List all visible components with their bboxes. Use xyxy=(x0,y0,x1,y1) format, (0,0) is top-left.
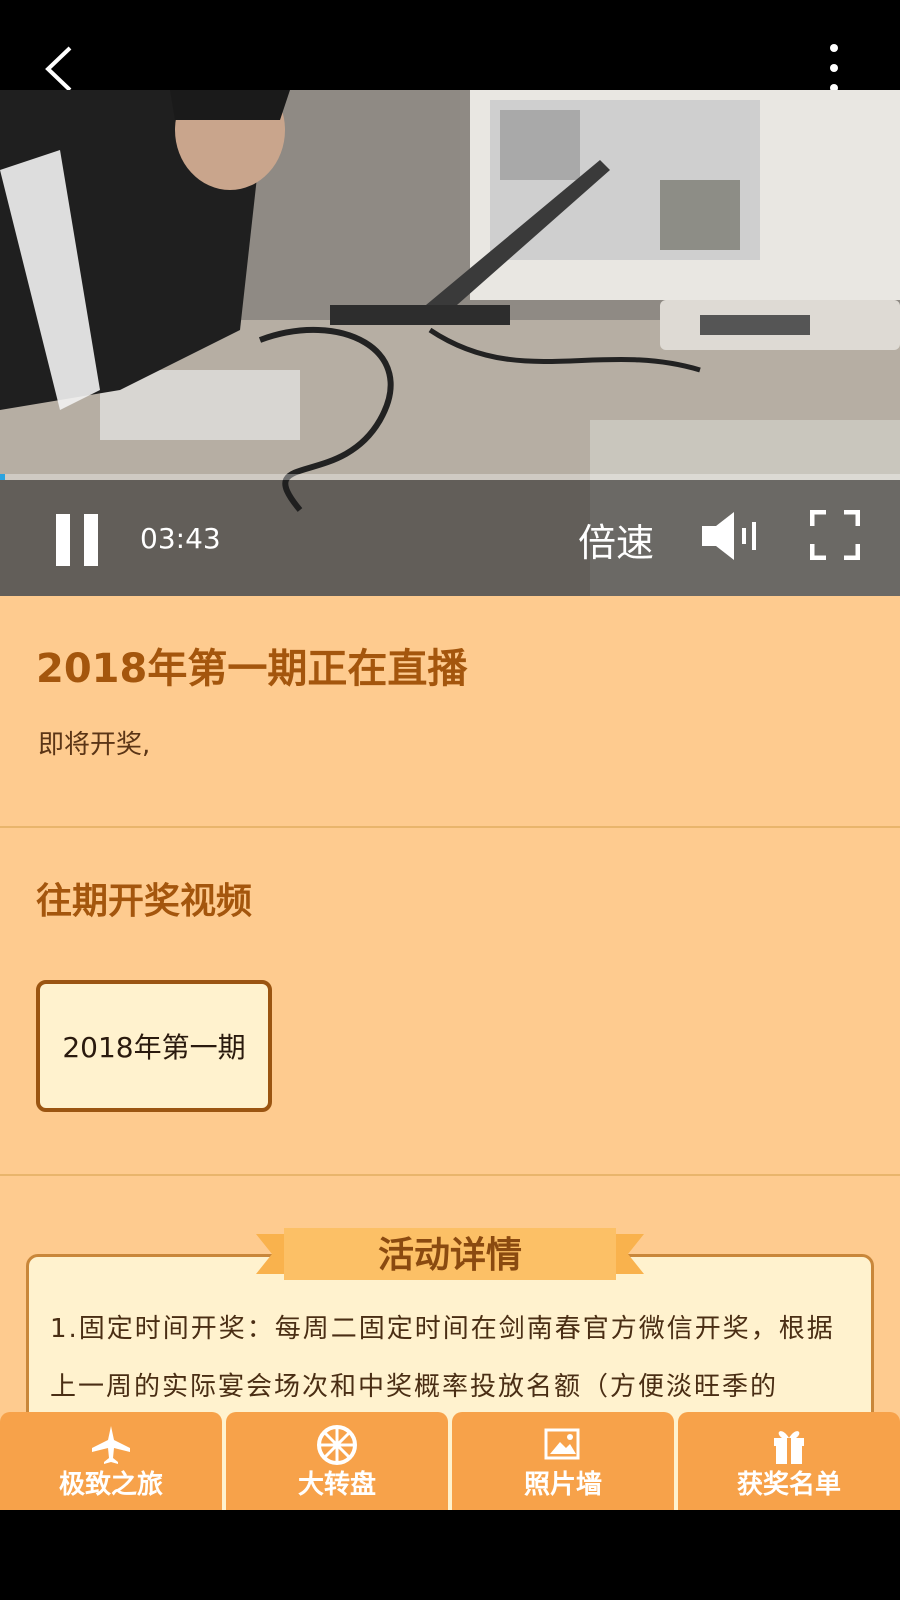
nav-label-journey: 极致之旅 xyxy=(58,1470,163,1500)
nav-label-winners: 获奖名单 xyxy=(736,1470,841,1500)
pause-icon[interactable] xyxy=(54,512,100,568)
activity-details-text: 1.固定时间开奖：每周二固定时间在剑南春官方微信开奖，根据上一周的实际宴会场次和… xyxy=(50,1314,835,1402)
back-arrow-icon[interactable] xyxy=(40,44,80,94)
system-bar xyxy=(0,1510,900,1600)
nav-label-photos: 照片墙 xyxy=(523,1470,602,1500)
wheel-icon xyxy=(317,1425,357,1465)
top-bar xyxy=(0,0,900,92)
live-title: 2018年第一期正在直播 xyxy=(36,646,468,692)
main-content: 2018年第一期正在直播 即将开奖, 往期开奖视频 2018年第一期 活动详情 … xyxy=(0,596,900,1554)
past-videos-title: 往期开奖视频 xyxy=(36,881,253,922)
nav-item-winners[interactable]: 获奖名单 xyxy=(678,1412,900,1510)
nav-label-wheel: 大转盘 xyxy=(297,1470,376,1500)
section-divider xyxy=(0,1174,900,1176)
video-controls-bar xyxy=(0,480,900,596)
live-description: 即将开奖, xyxy=(38,730,151,760)
playback-speed-button[interactable]: 倍速 xyxy=(578,512,654,567)
photo-icon xyxy=(544,1428,580,1460)
volume-icon[interactable] xyxy=(700,510,760,562)
airplane-icon xyxy=(92,1426,130,1464)
gift-icon xyxy=(774,1431,804,1464)
section-divider xyxy=(0,826,900,828)
nav-item-photos[interactable]: 照片墙 xyxy=(452,1412,674,1510)
nav-item-journey[interactable]: 极致之旅 xyxy=(0,1412,222,1510)
activity-details-title: 活动详情 xyxy=(377,1235,522,1276)
bottom-nav: 极致之旅 大转盘 照片墙 获奖名单 xyxy=(0,1412,900,1510)
nav-item-wheel[interactable]: 大转盘 xyxy=(226,1412,448,1510)
fullscreen-icon[interactable] xyxy=(810,510,860,560)
video-current-time: 03:43 xyxy=(140,522,221,555)
episode-button[interactable]: 2018年第一期 xyxy=(36,980,272,1112)
